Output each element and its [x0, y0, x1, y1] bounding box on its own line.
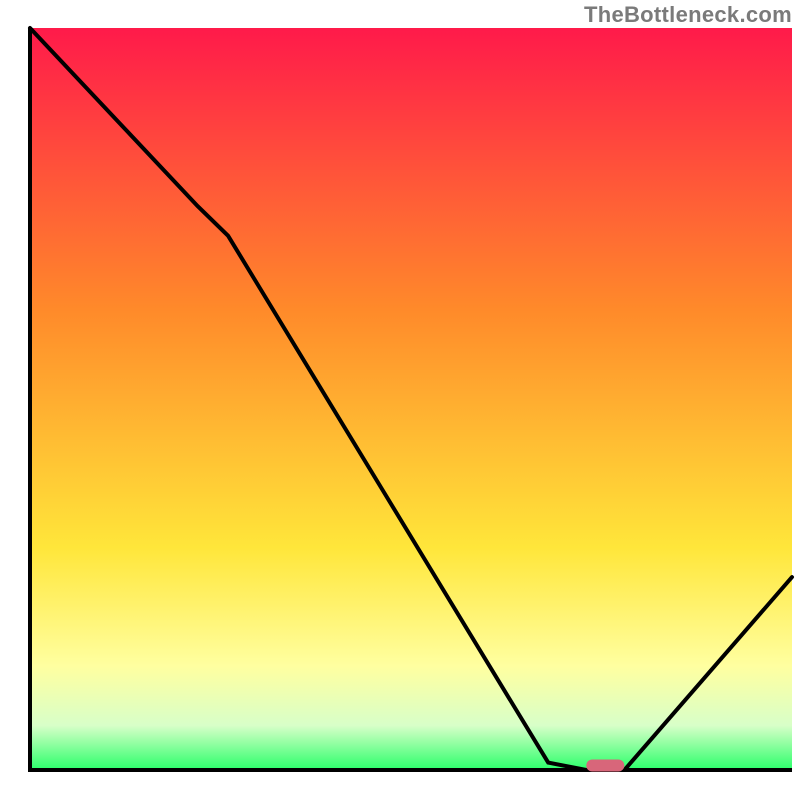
plot-background	[30, 28, 792, 770]
bottleneck-chart	[0, 0, 800, 800]
chart-container: { "watermark": "TheBottleneck.com", "col…	[0, 0, 800, 800]
optimal-marker	[586, 760, 624, 772]
watermark-text: TheBottleneck.com	[584, 2, 792, 28]
